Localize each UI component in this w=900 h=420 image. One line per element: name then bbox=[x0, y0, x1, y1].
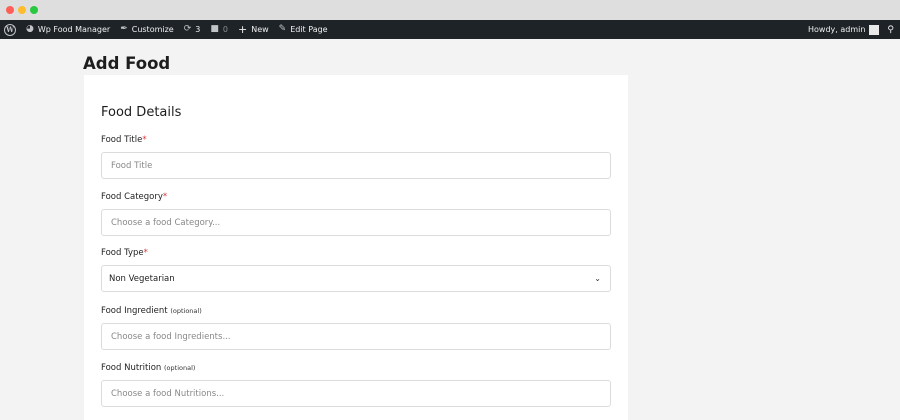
add-food-form: Food Details Food Title* Food Title Food… bbox=[84, 75, 628, 420]
updates-link[interactable]: ⟳ 3 bbox=[179, 20, 206, 39]
optional-marker: (optional) bbox=[170, 307, 202, 315]
food-category-label: Food Category* bbox=[101, 192, 167, 202]
search-icon[interactable]: ⚲ bbox=[887, 25, 894, 35]
food-category-select[interactable]: Choose a food Category... bbox=[101, 209, 611, 236]
comment-icon: ■ bbox=[210, 24, 219, 34]
food-nutrition-label: Food Nutrition (optional) bbox=[101, 363, 195, 373]
optional-marker: (optional) bbox=[164, 364, 196, 372]
howdy-text: Howdy, admin bbox=[807, 25, 866, 34]
browser-chrome bbox=[0, 0, 900, 20]
food-nutrition-placeholder: Choose a food Nutritions... bbox=[111, 388, 225, 399]
minimize-window-button[interactable] bbox=[18, 6, 26, 14]
section-title: Food Details bbox=[101, 105, 182, 120]
site-name: Wp Food Manager bbox=[37, 25, 111, 34]
food-ingredient-label-text: Food Ingredient bbox=[101, 306, 168, 316]
customize-label: Customize bbox=[131, 25, 174, 34]
food-ingredient-placeholder: Choose a food Ingredients... bbox=[111, 331, 231, 342]
food-nutrition-label-text: Food Nutrition bbox=[101, 363, 162, 373]
food-type-select[interactable]: Non Vegetarian ⌄ bbox=[101, 265, 611, 292]
close-window-button[interactable] bbox=[6, 6, 14, 14]
food-ingredient-select[interactable]: Choose a food Ingredients... bbox=[101, 323, 611, 350]
food-title-placeholder: Food Title bbox=[111, 160, 153, 171]
food-title-input[interactable]: Food Title bbox=[101, 152, 611, 179]
maximize-window-button[interactable] bbox=[30, 6, 38, 14]
avatar bbox=[869, 24, 880, 35]
required-marker: * bbox=[162, 192, 168, 202]
required-marker: * bbox=[142, 135, 147, 145]
chevron-down-icon: ⌄ bbox=[594, 274, 601, 283]
food-title-label: Food Title* bbox=[101, 135, 147, 145]
plus-icon: + bbox=[237, 23, 248, 36]
comments-count: 0 bbox=[222, 25, 228, 34]
edit-page-link[interactable]: ✎ Edit Page bbox=[274, 20, 333, 39]
comments-link[interactable]: ■ 0 bbox=[205, 20, 233, 39]
admin-bar: W ◕ Wp Food Manager ✒ Customize ⟳ 3 ■ 0 … bbox=[0, 20, 900, 39]
page-title: Add Food bbox=[83, 54, 171, 73]
customize-link[interactable]: ✒ Customize bbox=[115, 20, 179, 39]
food-type-value: Non Vegetarian bbox=[109, 273, 175, 284]
food-ingredient-label: Food Ingredient (optional) bbox=[101, 306, 202, 316]
dashboard-icon: ◕ bbox=[26, 24, 34, 34]
food-category-label-text: Food Category bbox=[101, 192, 163, 202]
food-type-label-text: Food Type bbox=[101, 248, 144, 258]
edit-page-label: Edit Page bbox=[290, 25, 328, 34]
brush-icon: ✒ bbox=[120, 24, 128, 34]
pencil-icon: ✎ bbox=[278, 24, 287, 34]
refresh-icon: ⟳ bbox=[183, 24, 192, 34]
updates-count: 3 bbox=[195, 25, 201, 34]
food-title-label-text: Food Title bbox=[101, 135, 143, 145]
wp-logo-menu[interactable]: W bbox=[0, 20, 21, 39]
food-category-placeholder: Choose a food Category... bbox=[111, 217, 221, 228]
new-label: New bbox=[251, 25, 269, 34]
required-marker: * bbox=[143, 248, 148, 258]
food-nutrition-select[interactable]: Choose a food Nutritions... bbox=[101, 380, 611, 407]
wordpress-icon: W bbox=[4, 23, 16, 36]
site-name-menu[interactable]: ◕ Wp Food Manager bbox=[21, 20, 115, 39]
food-type-label: Food Type* bbox=[101, 248, 148, 258]
account-menu[interactable]: Howdy, admin bbox=[803, 20, 880, 39]
new-content-menu[interactable]: + New bbox=[233, 20, 274, 39]
